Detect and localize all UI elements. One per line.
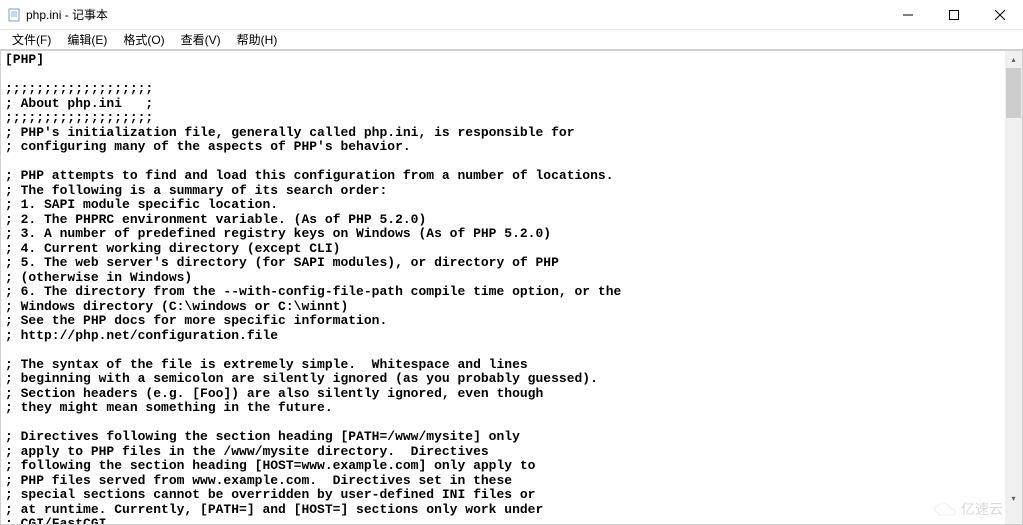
editor-container: [PHP] ;;;;;;;;;;;;;;;;;;; ; About php.in…	[0, 50, 1023, 525]
menubar: 文件(F) 编辑(E) 格式(O) 查看(V) 帮助(H)	[0, 30, 1023, 50]
vertical-scrollbar[interactable]: ▴ ▾	[1005, 51, 1022, 507]
scrollbar-corner	[1005, 507, 1022, 524]
notepad-icon	[6, 7, 22, 23]
menu-edit[interactable]: 编辑(E)	[59, 29, 115, 50]
scroll-up-arrow-icon[interactable]: ▴	[1005, 51, 1022, 68]
menu-format[interactable]: 格式(O)	[115, 29, 172, 50]
menu-file[interactable]: 文件(F)	[4, 29, 59, 50]
editor-content: [PHP] ;;;;;;;;;;;;;;;;;;; ; About php.in…	[5, 53, 1001, 524]
minimize-button[interactable]	[885, 0, 931, 29]
scroll-down-arrow-icon[interactable]: ▾	[1005, 490, 1022, 507]
text-editor[interactable]: [PHP] ;;;;;;;;;;;;;;;;;;; ; About php.in…	[1, 51, 1005, 524]
menu-help[interactable]: 帮助(H)	[229, 29, 286, 50]
menu-view[interactable]: 查看(V)	[173, 29, 229, 50]
window-title: php.ini - 记事本	[26, 6, 885, 23]
scroll-track[interactable]	[1005, 68, 1022, 490]
window-controls	[885, 0, 1023, 29]
titlebar: php.ini - 记事本	[0, 0, 1023, 30]
maximize-button[interactable]	[931, 0, 977, 29]
close-button[interactable]	[977, 0, 1023, 29]
scroll-thumb[interactable]	[1006, 68, 1021, 118]
